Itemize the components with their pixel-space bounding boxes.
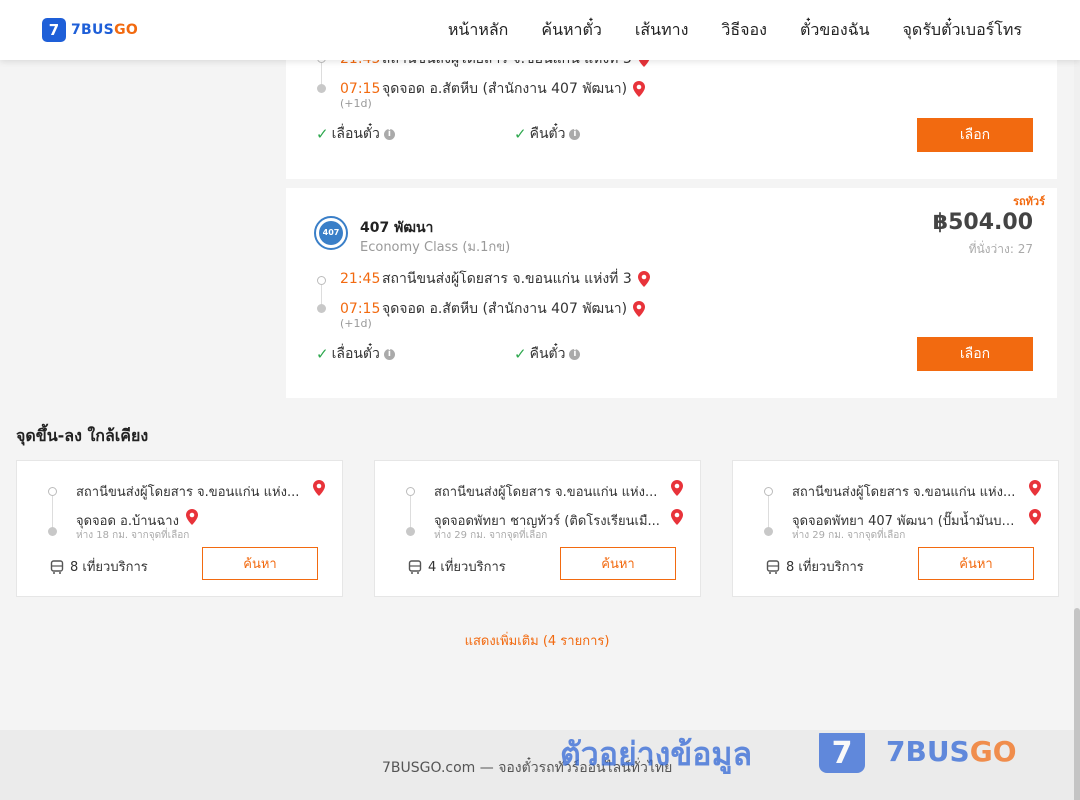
from-dot xyxy=(764,487,773,496)
nearby-trips: 8 เที่ยวบริการ xyxy=(766,556,864,577)
map-pin-icon[interactable] xyxy=(637,271,650,287)
nav-my-tickets[interactable]: ตั๋วของฉัน xyxy=(800,18,870,42)
map-pin-icon[interactable] xyxy=(633,301,646,317)
select-trip-button[interactable]: เลือก xyxy=(917,337,1033,371)
bus-icon xyxy=(766,559,780,574)
nearby-distance: ห่าง 29 กม. จากจุดที่เลือก xyxy=(434,530,548,541)
logo-text: 7BUSGO xyxy=(71,22,138,38)
footer-text: 7BUSGO.com — จองตั๋วรถทัวร์ออนไลน์ทั่วไท… xyxy=(382,760,673,776)
nearby-trips-count: 4 เที่ยวบริการ xyxy=(428,560,506,575)
logo-text-main: 7BUS xyxy=(71,22,115,38)
from-dot xyxy=(48,487,57,496)
info-icon[interactable]: i xyxy=(569,348,581,360)
nearby-card: สถานีขนส่งผู้โดยสาร จ.ขอนแก่น แห่ง... จุ… xyxy=(732,460,1059,597)
trip-card: รถทัวร์ 407 407 พัฒนา Economy Class (ม.1… xyxy=(286,188,1057,398)
check-icon: ✓ xyxy=(316,345,329,363)
operator-logo-text: 407 xyxy=(319,221,343,245)
nearby-search-button[interactable]: ค้นหา xyxy=(202,547,318,580)
map-pin-icon[interactable] xyxy=(1029,480,1041,496)
nearby-from: สถานีขนส่งผู้โดยสาร จ.ขอนแก่น แห่ง... xyxy=(76,485,300,500)
logo-text-accent: GO xyxy=(114,22,139,38)
feature-reschedule: ✓ เลื่อนตั๋ว i xyxy=(316,343,395,365)
nearby-distance: ห่าง 18 กม. จากจุดที่เลือก xyxy=(76,530,190,541)
next-day-note: (+1d) xyxy=(340,317,372,330)
nav-routes[interactable]: เส้นทาง xyxy=(635,18,689,42)
bus-class: Economy Class (ม.1กข) xyxy=(360,240,511,255)
nearby-search-button[interactable]: ค้นหา xyxy=(560,547,676,580)
next-day-note: (+1d) xyxy=(340,97,372,110)
map-pin-icon[interactable] xyxy=(1029,509,1041,525)
nearby-distance: ห่าง 29 กม. จากจุดที่เลือก xyxy=(792,530,906,541)
nearby-stops-title: จุดขึ้น-ลง ใกล้เคียง xyxy=(16,426,149,445)
feature-refund: ✓ คืนตั๋ว i xyxy=(514,123,581,145)
top-header: 7 7BUSGO หน้าหลัก ค้นหาตั๋ว เส้นทาง วิธี… xyxy=(0,0,1080,60)
scrollbar-thumb[interactable] xyxy=(1074,608,1080,800)
to-dot xyxy=(764,527,773,536)
feature-refund-label: คืนตั๋ว xyxy=(529,346,566,362)
bus-type-badge: รถทัวร์ xyxy=(1013,195,1045,208)
check-icon: ✓ xyxy=(316,125,329,143)
map-pin-icon[interactable] xyxy=(313,480,325,496)
from-dot xyxy=(406,487,415,496)
feature-reschedule: ✓ เลื่อนตั๋ว i xyxy=(316,123,395,145)
site-logo[interactable]: 7 7BUSGO xyxy=(42,18,138,42)
show-more-link[interactable]: แสดงเพิ่มเติม (4 รายการ) xyxy=(0,630,1074,651)
feature-refund-label: คืนตั๋ว xyxy=(529,126,566,142)
bus-icon xyxy=(408,559,422,574)
page-scrollbar[interactable] xyxy=(1074,60,1080,800)
nearby-trips-count: 8 เที่ยวบริการ xyxy=(70,560,148,575)
map-pin-icon[interactable] xyxy=(186,509,198,525)
map-pin-icon[interactable] xyxy=(671,509,683,525)
nav-search-tickets[interactable]: ค้นหาตั๋ว xyxy=(541,18,602,42)
select-trip-button[interactable]: เลือก xyxy=(917,118,1033,152)
nav-ticket-pickup-phone[interactable]: จุดรับตั๋วเบอร์โทร xyxy=(903,18,1022,42)
arrival-stop: จุดจอด อ.สัตหีบ (สำนักงาน 407 พัฒนา) xyxy=(382,81,628,97)
route-line xyxy=(768,496,769,528)
route-line xyxy=(52,496,53,528)
site-footer: 7BUSGO.com — จองตั๋วรถทัวร์ออนไลน์ทั่วไท… xyxy=(0,730,1074,800)
to-dot xyxy=(406,527,415,536)
departure-time: 21:45 xyxy=(340,271,381,287)
seats-available: ที่นั่งว่าง: 27 xyxy=(968,242,1033,256)
nearby-search-button[interactable]: ค้นหา xyxy=(918,547,1034,580)
arrival-time: 07:15 xyxy=(340,301,381,317)
arrival-time: 07:15 xyxy=(340,81,381,97)
map-pin-icon[interactable] xyxy=(671,480,683,496)
main-nav: หน้าหลัก ค้นหาตั๋ว เส้นทาง วิธีจอง ตั๋วข… xyxy=(415,18,1022,42)
map-pin-icon[interactable] xyxy=(633,81,646,97)
check-icon: ✓ xyxy=(514,125,527,143)
nearby-trips: 8 เที่ยวบริการ xyxy=(50,556,148,577)
arrival-stop: จุดจอด อ.สัตหีบ (สำนักงาน 407 พัฒนา) xyxy=(382,301,628,317)
feature-refund: ✓ คืนตั๋ว i xyxy=(514,343,581,365)
info-icon[interactable]: i xyxy=(383,348,395,360)
ticket-price: ฿504.00 xyxy=(932,210,1033,235)
nearby-card: สถานีขนส่งผู้โดยสาร จ.ขอนแก่น แห่ง... จุ… xyxy=(16,460,343,597)
nav-home[interactable]: หน้าหลัก xyxy=(448,18,509,42)
to-dot xyxy=(48,527,57,536)
info-icon[interactable]: i xyxy=(569,128,581,140)
info-icon[interactable]: i xyxy=(383,128,395,140)
bus-icon xyxy=(50,559,64,574)
departure-row: 21:45 สถานีขนส่งผู้โดยสาร จ.ขอนแก่น แห่ง… xyxy=(316,268,650,290)
operator-logo: 407 xyxy=(314,216,348,250)
feature-reschedule-label: เลื่อนตั๋ว xyxy=(331,346,380,362)
departure-stop: สถานีขนส่งผู้โดยสาร จ.ขอนแก่น แห่งที่ 3 xyxy=(382,271,632,287)
feature-reschedule-label: เลื่อนตั๋ว xyxy=(331,126,380,142)
nearby-from: สถานีขนส่งผู้โดยสาร จ.ขอนแก่น แห่ง... xyxy=(434,485,658,500)
nav-how-to-book[interactable]: วิธีจอง xyxy=(721,18,767,42)
nearby-from: สถานีขนส่งผู้โดยสาร จ.ขอนแก่น แห่ง... xyxy=(792,485,1016,500)
nearby-card: สถานีขนส่งผู้โดยสาร จ.ขอนแก่น แห่ง... จุ… xyxy=(374,460,701,597)
nearby-trips: 4 เที่ยวบริการ xyxy=(408,556,506,577)
check-icon: ✓ xyxy=(514,345,527,363)
logo-badge: 7 xyxy=(42,18,66,42)
route-line xyxy=(410,496,411,528)
nearby-trips-count: 8 เที่ยวบริการ xyxy=(786,560,864,575)
